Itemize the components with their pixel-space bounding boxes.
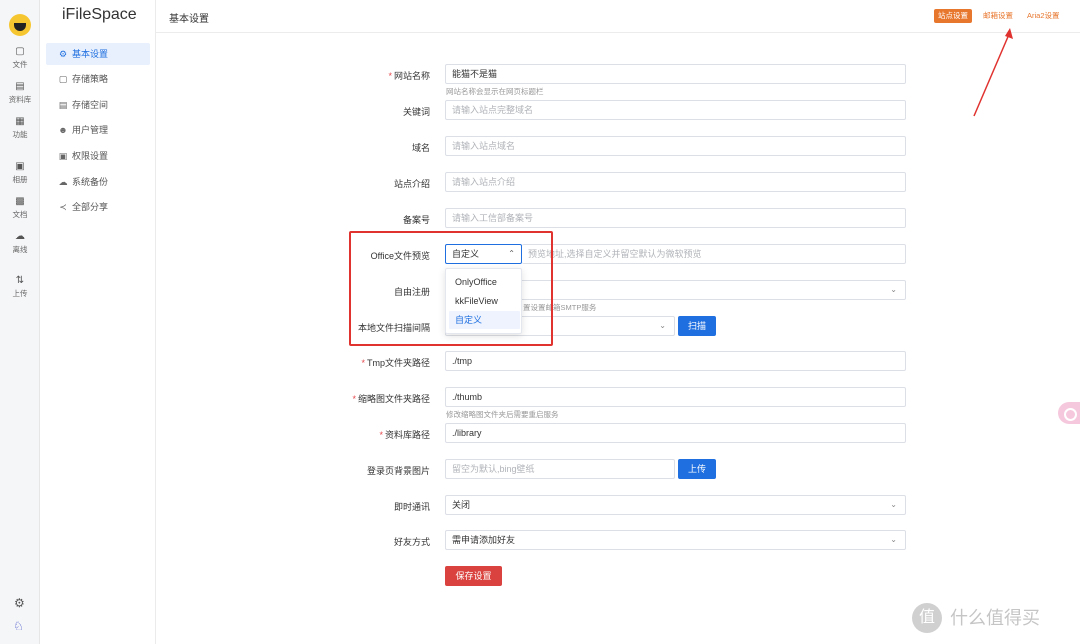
field-label: 站点介绍 [393, 179, 430, 189]
storage-space-icon: ▤ [58, 100, 68, 110]
rail-item-library[interactable]: ▤ 资料库 [0, 82, 40, 105]
friend-mode-select[interactable]: 需申请添加好友 ⌄ [445, 530, 906, 550]
app-title: iFileSpace [62, 6, 137, 23]
settings-gear-icon[interactable]: ⚙ [14, 596, 25, 610]
office-preview-url-field[interactable]: 预览地址,选择自定义并留空默认为微软预览 [522, 244, 906, 264]
rail-item-album[interactable]: ▣ 相册 [0, 162, 40, 185]
tmp-path-field[interactable]: ./tmp [445, 351, 906, 371]
folder-icon: ▤ [15, 81, 25, 92]
chevron-down-icon: ⌄ [659, 321, 666, 330]
brand-logo-icon[interactable]: ♘ [13, 619, 24, 633]
permission-icon: ▣ [58, 151, 68, 161]
file-icon: ▢ [15, 46, 25, 57]
menu-item-user-management[interactable]: ☻ 用户管理 [46, 119, 150, 141]
field-label: 关键词 [402, 107, 430, 117]
keywords-field[interactable]: 请输入站点完整域名 [445, 100, 906, 120]
field-label: 好友方式 [393, 537, 430, 547]
rail-label: 相册 [12, 175, 28, 184]
chevron-down-icon: ⌄ [890, 500, 897, 509]
watermark-logo: 值 [912, 603, 942, 633]
tab-aria2-settings[interactable]: Aria2设置 [1023, 9, 1064, 23]
menu-item-label: 全部分享 [72, 202, 109, 212]
menu-item-label: 系统备份 [72, 177, 109, 187]
im-value: 关闭 [452, 500, 471, 510]
image-icon: ▣ [15, 161, 25, 172]
field-label: * 资料库路径 [379, 430, 430, 440]
watermark-text: 什么值得买 [950, 608, 1040, 628]
menu-item-label: 权限设置 [72, 151, 109, 161]
library-path-field[interactable]: ./library [445, 423, 906, 443]
field-label: * Tmp文件夹路径 [361, 358, 430, 368]
tab-email-settings[interactable]: 邮箱设置 [979, 9, 1017, 23]
field-label: 登录页背景图片 [366, 466, 430, 476]
upload-arrows-icon: ⇅ [15, 275, 25, 286]
menu-item-basic-settings[interactable]: ⚙ 基本设置 [46, 43, 150, 65]
gear-icon: ⚙ [58, 49, 68, 59]
field-label: * 缩略图文件夹路径 [352, 394, 430, 404]
watermark: 值 什么值得买 [912, 603, 1072, 633]
chevron-down-icon: ⌄ [890, 285, 897, 294]
rail-label: 文档 [12, 210, 28, 219]
grid-icon: ▦ [15, 116, 25, 127]
login-bg-field[interactable]: 留空为默认,bing壁纸 [445, 459, 675, 479]
rail-item-docs[interactable]: ▩ 文档 [0, 197, 40, 220]
rail-label: 功能 [12, 130, 28, 139]
save-settings-button[interactable]: 保存设置 [445, 566, 502, 586]
storage-policy-icon: ▢ [58, 74, 68, 84]
friend-mode-value: 需申请添加好友 [452, 535, 516, 545]
cloud-backup-icon: ☁ [58, 177, 68, 187]
rail-item-features[interactable]: ▦ 功能 [0, 117, 40, 140]
icp-field[interactable]: 请输入工信部备案号 [445, 208, 906, 228]
site-intro-field[interactable]: 请输入站点介绍 [445, 172, 906, 192]
tab-site-settings[interactable]: 站点设置 [934, 9, 972, 23]
thumb-path-hint: 修改缩略图文件夹后需要重启服务 [446, 410, 559, 419]
settings-form: * 网站名称 能猫不是猫 网站名称会显示在网页标题栏 关键词 请输入站点完整域名 … [156, 33, 1080, 644]
share-icon: ≺ [59, 202, 67, 212]
document-icon: ▩ [15, 196, 25, 207]
user-icon: ☻ [58, 125, 68, 135]
domain-field[interactable]: 请输入站点域名 [445, 136, 906, 156]
rail-label: 上传 [12, 289, 28, 298]
field-label: * 网站名称 [388, 71, 430, 81]
site-name-hint: 网站名称会显示在网页标题栏 [446, 87, 544, 96]
upload-button[interactable]: 上传 [678, 459, 716, 479]
cloud-download-icon: ☁ [15, 231, 25, 242]
im-select[interactable]: 关闭 ⌄ [445, 495, 906, 515]
site-name-field[interactable]: 能猫不是猫 [445, 64, 906, 84]
annotation-arrow-icon [973, 28, 1013, 117]
floating-assistant-icon[interactable] [1058, 402, 1080, 424]
rail-label: 资料库 [8, 95, 32, 104]
rail-item-upload[interactable]: ⇅ 上传 [0, 276, 40, 299]
rail-item-offline[interactable]: ☁ 离线 [0, 232, 40, 255]
avatar[interactable] [9, 14, 31, 36]
rail-item-files[interactable]: ▢ 文件 [0, 47, 40, 70]
page-title: 基本设置 [169, 14, 209, 25]
field-label: 即时通讯 [393, 502, 430, 512]
menu-item-label: 存储空间 [72, 100, 109, 110]
chevron-down-icon: ⌄ [890, 535, 897, 544]
thumb-path-field[interactable]: ./thumb [445, 387, 906, 407]
rail-label: 离线 [12, 245, 28, 254]
scan-button[interactable]: 扫描 [678, 316, 716, 336]
menu-item-label: 用户管理 [72, 125, 109, 135]
menu-item-label: 基本设置 [72, 49, 109, 59]
field-label: 备案号 [402, 215, 430, 225]
rail-label: 文件 [12, 60, 28, 69]
annotation-highlight-box [349, 231, 553, 346]
page-header: 基本设置 站点设置 邮箱设置 Aria2设置 [156, 0, 1080, 33]
field-label: 域名 [411, 143, 430, 153]
icon-rail: ▢ 文件 ▤ 资料库 ▦ 功能 ▣ 相册 ▩ 文档 ☁ 离线 ⇅ 上传 ⚙ ♘ [0, 0, 40, 644]
menu-item-label: 存储策略 [72, 74, 109, 84]
